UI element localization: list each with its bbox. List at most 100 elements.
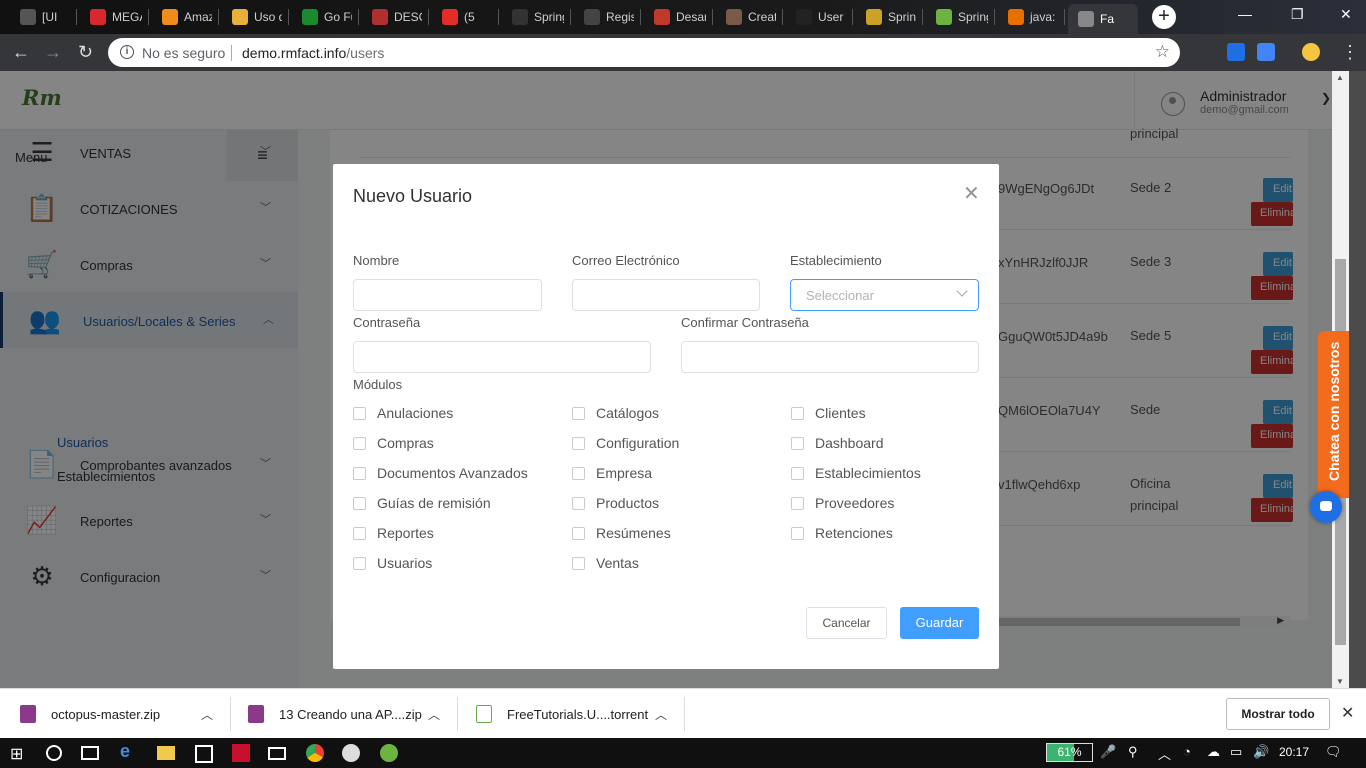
mcafee-icon[interactable]: [232, 744, 250, 762]
volume-icon[interactable]: 🔊: [1253, 744, 1269, 760]
browser-tab[interactable]: Spring: [856, 4, 916, 30]
checkbox-box[interactable]: [353, 526, 366, 540]
browser-tab[interactable]: Spring: [502, 4, 564, 30]
browser-tab[interactable]: MEGA: [80, 4, 142, 30]
module-checkbox[interactable]: Usuarios: [353, 555, 432, 571]
cloud-icon[interactable]: ☁: [1207, 744, 1220, 760]
checkbox-box[interactable]: [572, 496, 585, 510]
checkbox-box[interactable]: [791, 526, 804, 540]
close-icon[interactable]: ✕: [1341, 703, 1354, 723]
password-input[interactable]: [353, 341, 651, 373]
cancel-button[interactable]: Cancelar: [806, 607, 887, 639]
notifications-icon[interactable]: 🗨: [1325, 744, 1342, 760]
browser-tab[interactable]: User A: [786, 4, 846, 30]
module-checkbox[interactable]: Resúmenes: [572, 525, 671, 541]
browser-tab[interactable]: (5: [432, 4, 492, 30]
browser-tab[interactable]: Creat: [716, 4, 776, 30]
checkbox-box[interactable]: [572, 556, 585, 570]
address-bar[interactable]: i No es seguro demo.rmfact.info/users ☆: [108, 38, 1180, 67]
browser-tab[interactable]: Uso d: [222, 4, 282, 30]
spring-icon[interactable]: [380, 744, 398, 762]
checkbox-box[interactable]: [353, 466, 366, 480]
module-checkbox[interactable]: Dashboard: [791, 435, 884, 451]
browser-tab[interactable]: Fa: [1068, 4, 1138, 34]
scroll-up-icon[interactable]: ▲: [1336, 73, 1344, 82]
module-checkbox[interactable]: Productos: [572, 495, 659, 511]
establecimiento-select[interactable]: Seleccionar: [790, 279, 979, 311]
checkbox-box[interactable]: [791, 436, 804, 450]
save-button[interactable]: Guardar: [900, 607, 979, 639]
module-checkbox[interactable]: Proveedores: [791, 495, 894, 511]
module-checkbox[interactable]: Guías de remisión: [353, 495, 491, 511]
profile-emoji-icon[interactable]: [1302, 43, 1320, 61]
download-item[interactable]: 13 Creando una AP....zip: [248, 689, 422, 739]
maximize-icon[interactable]: ❐: [1291, 6, 1304, 23]
browser-tab[interactable]: [UI: [10, 4, 70, 30]
module-checkbox[interactable]: Retenciones: [791, 525, 893, 541]
module-checkbox[interactable]: Ventas: [572, 555, 639, 571]
power-icon[interactable]: ▭: [1230, 744, 1242, 760]
browser-tab[interactable]: Go Fu: [292, 4, 352, 30]
edge-icon[interactable]: e: [120, 741, 138, 761]
chevron-up-icon[interactable]: ︿: [201, 706, 213, 723]
checkbox-box[interactable]: [572, 436, 585, 450]
close-icon[interactable]: ✕: [963, 184, 980, 204]
scroll-down-icon[interactable]: ▼: [1336, 677, 1344, 686]
browser-tab[interactable]: java:: [998, 4, 1058, 30]
checkbox-box[interactable]: [353, 436, 366, 450]
nombre-input[interactable]: [353, 279, 542, 311]
reload-icon[interactable]: ↻: [78, 42, 93, 63]
module-checkbox[interactable]: Catálogos: [572, 405, 659, 421]
close-window-icon[interactable]: ✕: [1340, 6, 1352, 23]
email-field[interactable]: [572, 279, 760, 311]
chat-bubble-icon[interactable]: [1310, 491, 1342, 523]
url-text[interactable]: demo.rmfact.info/users: [242, 45, 384, 61]
minimize-icon[interactable]: —: [1238, 6, 1252, 22]
module-checkbox[interactable]: Reportes: [353, 525, 434, 541]
module-checkbox[interactable]: Anulaciones: [353, 405, 453, 421]
chevron-up-icon[interactable]: ︿: [655, 706, 667, 723]
file-explorer-icon[interactable]: [157, 746, 175, 760]
module-checkbox[interactable]: Documentos Avanzados: [353, 465, 528, 481]
people-icon[interactable]: ⚲: [1128, 744, 1138, 760]
browser-tab[interactable]: Desar: [644, 4, 706, 30]
browser-tab[interactable]: Amaz: [152, 4, 212, 30]
mail-icon[interactable]: [268, 747, 286, 760]
clock[interactable]: 20:17: [1279, 745, 1309, 759]
info-icon[interactable]: i: [120, 45, 134, 59]
checkbox-box[interactable]: [791, 466, 804, 480]
checkbox-box[interactable]: [353, 556, 366, 570]
browser-tab[interactable]: DESC: [362, 4, 422, 30]
wifi-icon[interactable]: ◔: [1183, 744, 1191, 759]
chevron-up-icon[interactable]: ︿: [428, 706, 440, 723]
show-all-button[interactable]: Mostrar todo: [1226, 698, 1330, 730]
windows-start-icon[interactable]: ⊞: [10, 744, 23, 764]
module-checkbox[interactable]: Compras: [353, 435, 434, 451]
task-view-icon[interactable]: [81, 746, 99, 760]
microphone-icon[interactable]: 🎤: [1100, 744, 1116, 760]
store-icon[interactable]: [195, 745, 213, 763]
trello-extension-icon[interactable]: [1227, 43, 1245, 61]
browser-menu-icon[interactable]: ⋮: [1341, 42, 1359, 63]
checkbox-box[interactable]: [572, 526, 585, 540]
download-item[interactable]: octopus-master.zip: [20, 689, 160, 739]
search-icon[interactable]: [46, 745, 62, 761]
checkbox-box[interactable]: [572, 406, 585, 420]
browser-tab[interactable]: Spring: [926, 4, 988, 30]
module-checkbox[interactable]: Configuration: [572, 435, 679, 451]
confirm-password-input[interactable]: [681, 341, 979, 373]
download-item[interactable]: FreeTutorials.U....torrent: [476, 689, 648, 739]
app-icon[interactable]: [342, 744, 360, 762]
new-tab-button[interactable]: +: [1152, 5, 1176, 29]
battery-indicator[interactable]: 61%: [1046, 743, 1093, 762]
browser-tab[interactable]: Regist: [574, 4, 634, 30]
checkbox-box[interactable]: [353, 406, 366, 420]
chevron-up-icon[interactable]: ︿: [1158, 744, 1171, 763]
chrome-icon[interactable]: [306, 744, 324, 762]
module-checkbox[interactable]: Clientes: [791, 405, 866, 421]
checkbox-box[interactable]: [353, 496, 366, 510]
module-checkbox[interactable]: Establecimientos: [791, 465, 921, 481]
bookmark-star-icon[interactable]: ☆: [1155, 42, 1170, 62]
chat-tab[interactable]: Chatea con nosotros: [1318, 331, 1349, 498]
checkbox-box[interactable]: [791, 496, 804, 510]
